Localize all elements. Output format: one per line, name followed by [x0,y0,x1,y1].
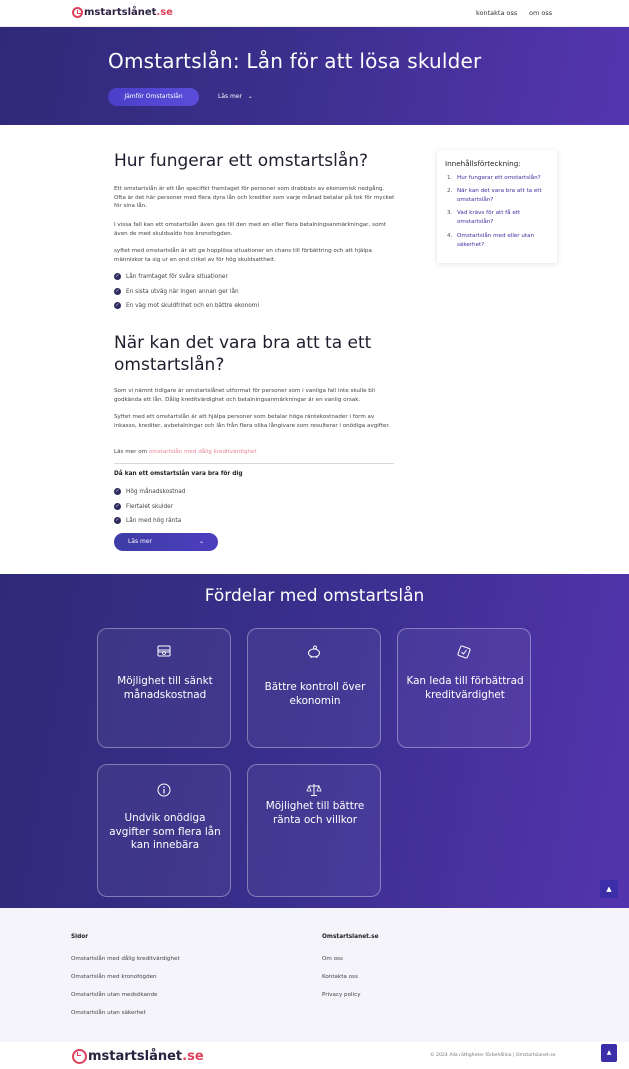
page-title: Omstartslån: Lån för att lösa skulder [108,49,482,73]
clock-refresh-icon [72,7,83,18]
arrow-up-icon: ▲ [606,1049,612,1056]
toc-number: 4. [447,233,453,239]
list-item: ✓ Lån med hög ränta [114,517,181,524]
nav-contact[interactable]: kontakta oss [476,9,517,17]
paragraph: Ett omstartslån är ett lån specifikt fra… [114,186,395,210]
scale-icon [248,783,380,800]
benefits-section: Fördelar med omstartslån Möjlighet till … [0,574,629,908]
checkmark-icon: ✓ [114,517,121,524]
logo-text: mstartslånet [88,1049,183,1064]
toc-number: 3. [447,210,453,216]
footer-link[interactable]: Omstartslån utan säkerhet [71,1010,146,1016]
site-header: mstartslånet .se kontakta oss om oss [0,0,629,27]
list-item: ✓ Flertalet skulder [114,503,173,510]
read-more-label: Läs mer [218,93,243,100]
paragraph: Syftet med ett omstartslån är att hjälpa… [114,414,390,429]
benefit-label: Möjlighet till sänkt månadskostnad [117,675,213,701]
list-item-label: Hög månadskostnad [126,488,186,495]
nav-about[interactable]: om oss [529,9,552,17]
list-item: ✓ En väg mot skuldfrihet och en bättre e… [114,302,259,309]
copyright-text: © 2024 Alla rättigheter förbehållna | Om… [430,1053,556,1058]
info-circle-icon [98,783,230,800]
subheading: Då kan ett omstartslån vara bra för dig [114,471,243,477]
benefit-label: Möjlighet till bättre ränta och villkor [265,800,365,826]
footer-logo[interactable]: mstartslånet .se [72,1049,204,1064]
footer-link[interactable]: Omstartslån med kronofogden [71,974,157,980]
footer-link[interactable]: Privacy policy [322,992,361,998]
benefit-label: Kan leda till förbättrad kreditvärdighet [406,675,524,701]
list-item: ✓ Lån framtaget för svåra situationer [114,273,228,280]
heading-line: När kan det vara bra att ta ett [114,333,372,353]
list-item-label: En sista utväg när ingen annan ger lån [126,288,239,295]
arrow-up-icon: ▲ [606,885,612,893]
benefit-label: Bättre kontroll över ekonomin [264,681,366,707]
checkmark-icon: ✓ [114,273,121,280]
clock-refresh-icon [72,1049,87,1064]
footer-link[interactable]: Kontakta oss [322,974,358,980]
divider [114,463,394,464]
footer-bottom-bar: mstartslånet .se © 2024 Alla rättigheter … [0,1042,629,1069]
list-item-label: Lån framtaget för svåra situationer [126,273,228,280]
footer-col-title: Sidor [71,934,89,940]
paragraph: I vissa fall kan ett omstartslån även ge… [114,222,387,237]
logo-tld: .se [156,7,173,18]
benefit-card: Kan leda till förbättrad kreditvärdighet [397,628,531,748]
toc-number: 1. [447,175,453,181]
read-more-line: Läs mer om omstartslån med dålig kreditv… [114,448,396,457]
footer-link[interactable]: Omstartslån med dålig kreditvärdighet [71,956,180,962]
toc-item[interactable]: 3. Vad krävs för att få ett omstartslån? [447,209,551,226]
toc-link[interactable]: Omstartslån med eller utan säkerhet? [457,232,551,249]
toc-link[interactable]: Vad krävs för att få ett omstartslån? [457,209,551,226]
logo-tld: .se [182,1049,204,1064]
benefit-card: Bättre kontroll över ekonomin [247,628,381,748]
read-more-button-label: Läs mer [128,538,153,545]
table-of-contents: Innehållsförteckning: 1. Hur fungerar et… [437,150,557,263]
footer-link[interactable]: Om oss [322,956,343,962]
toc-link[interactable]: Hur fungerar ett omstartslån? [457,174,541,183]
hero-banner: Omstartslån: Lån för att lösa skulder Jä… [0,27,629,125]
bad-credit-link[interactable]: omstartslån med dålig kreditvärdighet [149,449,257,455]
toc-item[interactable]: 4. Omstartslån med eller utan säkerhet? [447,232,551,249]
checkmark-icon: ✓ [114,488,121,495]
scroll-to-top-button[interactable]: ▲ [600,880,618,898]
toc-item[interactable]: 1. Hur fungerar ett omstartslån? [447,174,551,183]
benefits-title: Fördelar med omstartslån [204,586,425,606]
piggy-bank-icon [248,645,380,662]
toc-title: Innehållsförteckning: [445,159,521,168]
checkmark-icon: ✓ [114,503,121,510]
list-item-label: En väg mot skuldfrihet och en bättre eko… [126,302,260,309]
compare-loans-button[interactable]: Jämför Omstartslån [108,88,199,106]
benefit-card: Undvik onödiga avgifter som flera lån ka… [97,764,231,897]
credit-check-icon [398,645,530,662]
chevron-down-icon: ⌄ [198,538,204,545]
toc-item[interactable]: 2. När kan det vara bra att ta ett omsta… [447,187,551,204]
benefit-card: Möjlighet till bättre ränta och villkor [247,764,381,897]
logo-text: mstartslånet [84,7,157,18]
chevron-down-icon: ⌄ [243,93,253,100]
benefit-card: Möjlighet till sänkt månadskostnad [97,628,231,748]
list-item-label: Flertalet skulder [126,503,174,510]
section-heading-when: När kan det vara bra att ta ett omstarts… [114,332,371,376]
footer-link[interactable]: Omstartslån utan medsökande [71,992,157,998]
list-item-label: Lån med hög ränta [126,517,182,524]
scroll-to-top-button[interactable]: ▲ [601,1044,617,1062]
toc-number: 2. [447,188,453,194]
checkmark-icon: ✓ [114,288,121,295]
toc-link[interactable]: När kan det vara bra att ta ett omstarts… [457,187,551,204]
list-item: ✓ En sista utväg när ingen annan ger lån [114,288,239,295]
benefit-label: Undvik onödiga avgifter som flera lån ka… [109,812,221,852]
paragraph: syftet med omstartslån är att ge hopplös… [114,248,372,263]
heading-line: omstartslån? [114,355,225,375]
read-more-button[interactable]: Läs mer ⌄ [114,533,218,551]
site-logo[interactable]: mstartslånet .se [72,7,173,18]
read-more-prefix: Läs mer om [114,449,148,455]
read-more-dropdown[interactable]: Läs mer ⌄ [218,93,253,100]
section-heading-how: Hur fungerar ett omstartslån? [114,151,369,171]
checkmark-icon: ✓ [114,302,121,309]
paragraph: Som vi nämnt tidigare är omstartslånet u… [114,388,375,403]
footer-col-title: Omstartslanet.se [322,934,379,940]
money-stack-icon [98,645,230,660]
list-item: ✓ Hög månadskostnad [114,488,185,495]
